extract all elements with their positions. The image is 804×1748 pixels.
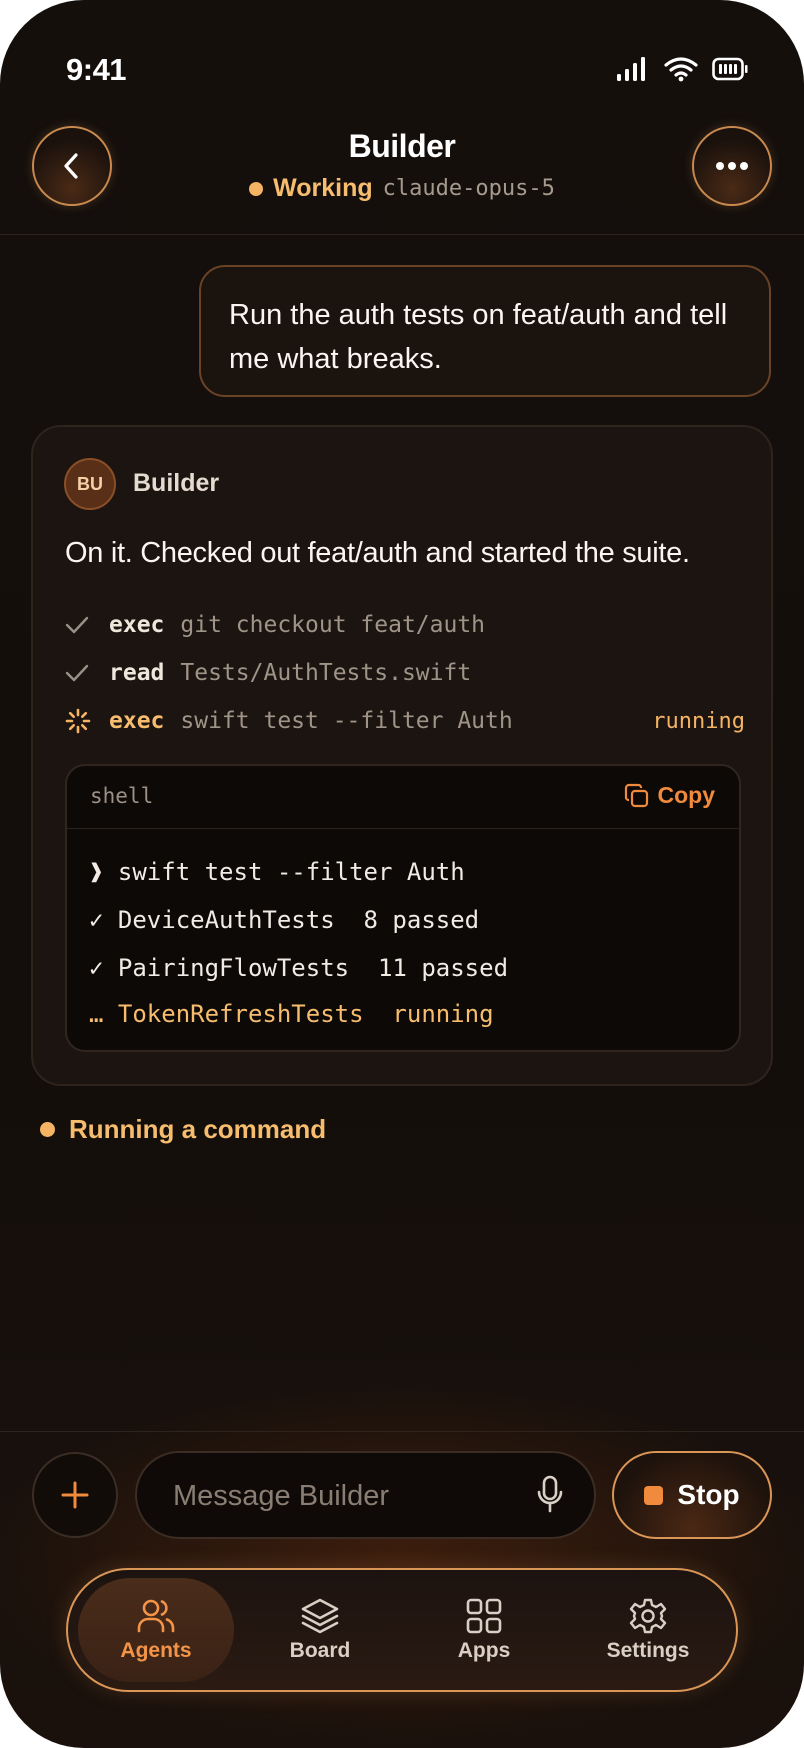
stop-button[interactable]: Stop xyxy=(612,1451,772,1539)
avatar: BU xyxy=(64,458,116,510)
activity-dot xyxy=(40,1122,55,1137)
ellipsis-icon xyxy=(716,162,748,170)
phone-screen: 9:41 Builder Working claude-opus-5 Run t… xyxy=(0,0,804,1748)
shell-line: ✓ PairingFlowTests 11 passed xyxy=(89,954,509,982)
agent-status-line: Working claude-opus-5 xyxy=(0,174,804,203)
status-label: Working xyxy=(273,174,373,202)
tab-label: Agents xyxy=(120,1639,192,1662)
shell-output-block: shell Copy ❱ swift test --filter Auth ✓ … xyxy=(65,764,741,1052)
step-argument: git checkout feat/auth xyxy=(180,612,486,638)
activity-indicator: Running a command xyxy=(40,1114,326,1145)
status-dot xyxy=(249,181,264,196)
step-verb: exec xyxy=(109,708,165,734)
user-message-bubble: Run the auth tests on feat/auth and tell… xyxy=(199,265,771,397)
message-field[interactable] xyxy=(135,1451,596,1539)
shell-line: … TokenRefreshTests running xyxy=(89,1000,494,1028)
copy-button[interactable]: Copy xyxy=(624,782,716,809)
tool-step[interactable]: exec swift test --filter Auth running xyxy=(65,703,745,739)
message-input[interactable] xyxy=(171,1473,515,1519)
composer-divider xyxy=(0,1431,804,1432)
agent-message-card: BU Builder On it. Checked out feat/auth … xyxy=(31,425,773,1086)
grid-icon xyxy=(466,1598,502,1634)
tab-label: Settings xyxy=(606,1639,690,1662)
spinner-icon xyxy=(65,708,99,734)
shell-line: ❱ swift test --filter Auth xyxy=(89,858,465,886)
shell-label: shell xyxy=(90,784,154,808)
step-verb: read xyxy=(109,660,165,686)
stop-icon xyxy=(644,1485,664,1505)
agent-message-text: On it. Checked out feat/auth and started… xyxy=(65,537,690,569)
agent-name: Builder xyxy=(133,469,220,497)
activity-text: Running a command xyxy=(69,1114,327,1144)
check-icon xyxy=(65,615,99,635)
tab-bar: Agents Board Apps Settings xyxy=(66,1568,738,1692)
tab-settings[interactable]: Settings xyxy=(570,1578,726,1682)
battery-icon xyxy=(712,57,748,81)
status-icons xyxy=(616,56,748,82)
tab-label: Board xyxy=(289,1639,351,1662)
more-options-button[interactable] xyxy=(692,126,772,206)
attach-button[interactable] xyxy=(32,1452,118,1538)
layers-icon xyxy=(301,1598,339,1634)
tab-apps[interactable]: Apps xyxy=(406,1578,562,1682)
step-verb: exec xyxy=(109,612,165,638)
check-icon xyxy=(65,663,99,683)
shell-line: ✓ DeviceAuthTests 8 passed xyxy=(89,906,480,934)
plus-icon xyxy=(61,1481,89,1509)
microphone-icon[interactable] xyxy=(536,1475,564,1515)
shell-header: shell Copy xyxy=(67,766,739,829)
tool-step[interactable]: read Tests/AuthTests.swift xyxy=(65,655,745,691)
tab-label: Apps xyxy=(457,1639,511,1662)
tool-step[interactable]: exec git checkout feat/auth xyxy=(65,607,745,643)
model-name: claude-opus-5 xyxy=(382,176,555,201)
page-title: Builder xyxy=(348,128,456,164)
copy-label: Copy xyxy=(657,782,716,808)
copy-icon xyxy=(624,783,648,807)
step-argument: swift test --filter Auth xyxy=(180,708,513,734)
signal-icon xyxy=(617,57,645,81)
gear-icon xyxy=(629,1598,667,1634)
stop-label: Stop xyxy=(677,1479,740,1510)
wifi-icon xyxy=(664,57,698,82)
people-icon xyxy=(137,1599,175,1633)
status-time: 9:41 xyxy=(66,52,127,87)
tab-agents[interactable]: Agents xyxy=(78,1578,234,1682)
header-divider xyxy=(0,234,804,235)
tab-board[interactable]: Board xyxy=(242,1578,398,1682)
step-argument: Tests/AuthTests.swift xyxy=(180,660,472,686)
step-state: running xyxy=(652,708,745,734)
